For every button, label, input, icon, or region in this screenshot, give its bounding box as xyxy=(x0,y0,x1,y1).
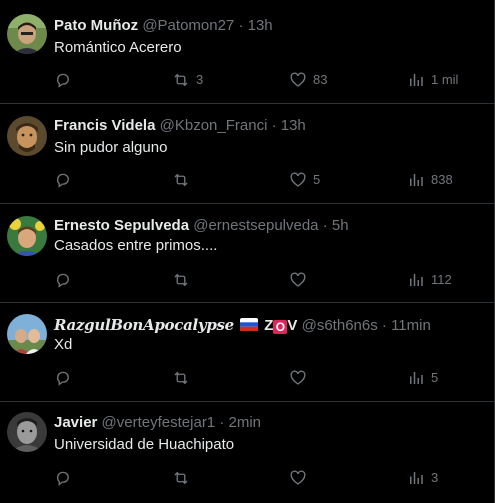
tweet[interactable]: Javier @verteyfestejar1 · 2min Universid… xyxy=(0,402,495,503)
author-name[interactable]: Francis Videla xyxy=(54,117,155,134)
author-handle[interactable]: @s6th6n6s xyxy=(302,317,378,334)
like-icon xyxy=(290,272,306,287)
reply-icon xyxy=(57,273,69,288)
retweet-icon xyxy=(174,273,188,287)
reply-icon xyxy=(57,173,69,188)
views-icon xyxy=(410,472,423,484)
views-button[interactable]: 5 xyxy=(407,368,438,388)
reply-button[interactable] xyxy=(54,170,72,190)
timestamp[interactable]: 11min xyxy=(391,317,431,334)
views-count: 3 xyxy=(431,470,439,485)
tweet-feed: Pato Muñoz @Patomon27 · 13h Romántico Ac… xyxy=(0,0,495,503)
like-count: 83 xyxy=(313,72,328,87)
avatar[interactable] xyxy=(7,216,47,256)
views-button[interactable]: 838 xyxy=(407,170,453,190)
russia-flag-icon xyxy=(240,318,259,331)
views-icon xyxy=(410,274,423,286)
like-button[interactable] xyxy=(289,468,307,488)
retweet-icon xyxy=(174,173,188,187)
author-name[interactable]: RazgulBonApocalypse xyxy=(54,316,234,334)
timestamp[interactable]: 13h xyxy=(248,17,273,34)
like-button[interactable] xyxy=(289,270,307,290)
author-name[interactable]: Javier xyxy=(54,414,97,431)
retweet-button[interactable] xyxy=(172,368,190,388)
author-name[interactable]: Pato Muñoz xyxy=(54,17,138,34)
name-suffix-v: V xyxy=(287,317,298,334)
reply-icon xyxy=(57,371,69,386)
retweet-button[interactable] xyxy=(172,170,190,190)
like-icon xyxy=(290,470,306,485)
tweet[interactable]: Francis Videla @Kbzon_Franci · 13h Sin p… xyxy=(0,104,495,204)
separator-dot: · xyxy=(322,217,328,234)
retweet-icon xyxy=(174,73,188,87)
retweet-icon xyxy=(174,471,188,485)
tweet-text: Xd xyxy=(54,336,73,353)
views-button[interactable]: 1 mil xyxy=(407,70,458,90)
retweet-button[interactable]: 3 xyxy=(172,70,203,90)
reply-icon xyxy=(57,471,69,486)
name-suffix-o: O xyxy=(273,320,288,334)
like-button[interactable]: 83 xyxy=(289,70,327,90)
avatar[interactable] xyxy=(7,412,47,452)
reply-icon xyxy=(57,73,69,88)
reply-button[interactable] xyxy=(54,368,72,388)
author-handle[interactable]: @verteyfestejar1 xyxy=(102,414,216,431)
views-icon xyxy=(410,372,423,384)
like-icon xyxy=(290,72,306,87)
tweet[interactable]: Pato Muñoz @Patomon27 · 13h Romántico Ac… xyxy=(0,0,495,104)
views-button[interactable]: 3 xyxy=(407,468,438,488)
author-name[interactable]: Ernesto Sepulveda xyxy=(54,217,189,234)
avatar[interactable] xyxy=(7,116,47,156)
retweet-button[interactable] xyxy=(172,270,190,290)
like-icon xyxy=(290,370,306,385)
views-button[interactable]: 112 xyxy=(407,270,452,290)
retweet-count: 3 xyxy=(196,72,204,87)
like-count: 5 xyxy=(313,172,321,187)
timestamp[interactable]: 2min xyxy=(229,414,262,431)
tweet[interactable]: Ernesto Sepulveda @ernestsepulveda · 5h … xyxy=(0,204,495,303)
reply-button[interactable] xyxy=(54,70,72,90)
views-count: 1 mil xyxy=(431,72,459,87)
views-count: 5 xyxy=(431,370,439,385)
separator-dot: · xyxy=(238,17,244,34)
separator-dot: · xyxy=(219,414,225,431)
views-icon xyxy=(410,174,423,186)
like-icon xyxy=(290,172,306,187)
separator-dot: · xyxy=(381,317,387,334)
reply-button[interactable] xyxy=(54,468,72,488)
separator-dot: · xyxy=(271,117,277,134)
avatar[interactable] xyxy=(7,14,47,54)
retweet-button[interactable] xyxy=(172,468,190,488)
tweet-text: Universidad de Huachipato xyxy=(54,436,235,453)
like-button[interactable] xyxy=(289,368,307,388)
tweet-text: Casados entre primos.... xyxy=(54,237,218,254)
author-handle[interactable]: @ernestsepulveda xyxy=(193,217,318,234)
tweet[interactable]: RazgulBonApocalypse ZOV @s6th6n6s · 11mi… xyxy=(0,303,495,402)
reply-button[interactable] xyxy=(54,270,72,290)
views-count: 838 xyxy=(431,172,453,187)
avatar[interactable] xyxy=(7,314,47,354)
retweet-icon xyxy=(174,371,188,385)
timestamp[interactable]: 5h xyxy=(332,217,349,234)
timestamp[interactable]: 13h xyxy=(281,117,306,134)
views-icon xyxy=(410,74,423,86)
name-suffix-z: Z xyxy=(264,317,274,334)
tweet-text: Sin pudor alguno xyxy=(54,139,168,156)
author-handle[interactable]: @Patomon27 xyxy=(142,17,234,34)
views-count: 112 xyxy=(431,272,452,287)
like-button[interactable]: 5 xyxy=(289,170,320,190)
author-handle[interactable]: @Kbzon_Franci xyxy=(160,117,268,134)
tweet-text: Romántico Acerero xyxy=(54,39,182,56)
